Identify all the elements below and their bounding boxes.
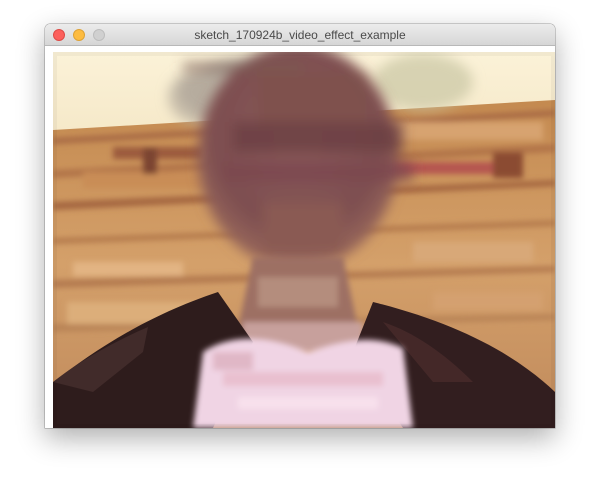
sketch-window: sketch_170924b_video_effect_example (45, 24, 555, 428)
title-bar[interactable]: sketch_170924b_video_effect_example (45, 24, 555, 46)
video-frame-image (53, 52, 555, 428)
window-title: sketch_170924b_video_effect_example (194, 28, 406, 42)
shirt (193, 338, 413, 428)
video-canvas[interactable] (53, 52, 555, 428)
neck (233, 257, 363, 352)
